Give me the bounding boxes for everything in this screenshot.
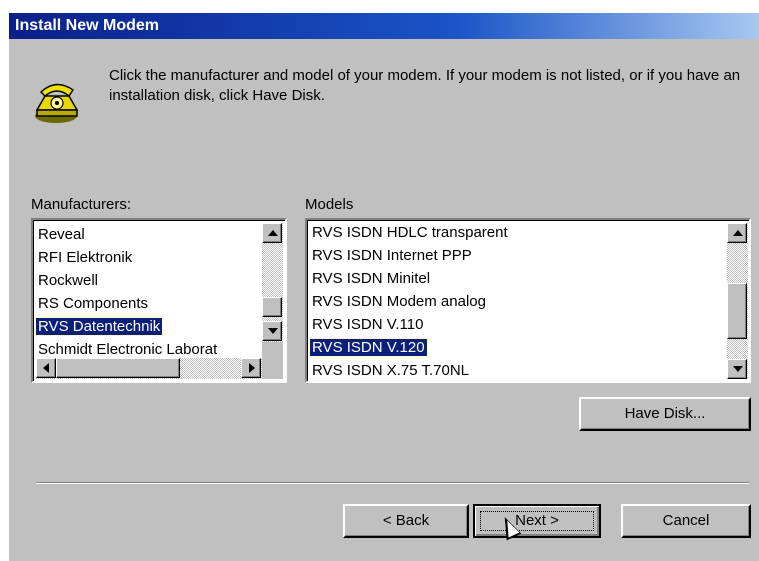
separator (36, 482, 749, 484)
models-vertical-scrollbar[interactable] (727, 223, 748, 379)
modem-telephone-icon (35, 83, 79, 123)
list-item[interactable]: RVS ISDN Modem analog (310, 290, 488, 313)
up-arrow-icon (733, 230, 743, 236)
install-new-modem-dialog: Install New Modem Click the manufacturer… (9, 13, 759, 561)
right-arrow-icon (249, 363, 255, 373)
scroll-up-button[interactable] (727, 223, 747, 243)
list-item[interactable]: RVS ISDN Minitel (310, 267, 432, 290)
back-button[interactable]: < Back (343, 504, 469, 538)
next-button[interactable]: Next > (473, 504, 601, 538)
scroll-right-button[interactable] (241, 358, 261, 378)
left-arrow-icon (43, 363, 49, 373)
list-item[interactable]: RVS ISDN X.75 T.70NL (310, 359, 471, 381)
down-arrow-icon (268, 328, 278, 334)
list-item[interactable]: RS Components (36, 292, 150, 315)
manufacturers-label: Manufacturers: (31, 196, 132, 213)
list-item-selected[interactable]: RVS Datentechnik (34, 315, 164, 338)
scroll-left-button[interactable] (36, 358, 56, 378)
title-bar[interactable]: Install New Modem (9, 13, 759, 39)
scroll-thumb[interactable] (262, 297, 282, 317)
list-item[interactable]: RVS ISDN Internet PPP (310, 244, 474, 267)
scroll-down-button[interactable] (727, 359, 747, 379)
list-item[interactable]: RVS ISDN V.110 (310, 313, 425, 336)
list-item[interactable]: Reveal (36, 223, 87, 246)
scroll-thumb[interactable] (727, 283, 747, 339)
scroll-up-button[interactable] (262, 223, 282, 243)
have-disk-button[interactable]: Have Disk... (579, 397, 751, 431)
list-item-selected[interactable]: RVS ISDN V.120 (309, 336, 428, 359)
list-item[interactable]: RFI Elektronik (36, 246, 134, 269)
cancel-button[interactable]: Cancel (621, 504, 751, 538)
manufacturers-vertical-scrollbar[interactable] (262, 223, 283, 342)
manufacturers-horizontal-scrollbar[interactable] (36, 358, 262, 379)
scrollbar-corner (262, 342, 283, 379)
up-arrow-icon (268, 230, 278, 236)
manufacturers-listbox[interactable]: Reveal RFI Elektronik Rockwell RS Compon… (31, 218, 287, 383)
window-title: Install New Modem (15, 17, 160, 34)
models-listbox[interactable]: RVS ISDN HDLC transparent RVS ISDN Inter… (305, 218, 751, 383)
scroll-down-button[interactable] (262, 321, 282, 341)
scroll-thumb[interactable] (56, 358, 180, 378)
list-item[interactable]: Rockwell (36, 269, 100, 292)
models-label: Models (305, 196, 354, 213)
list-item[interactable]: RVS ISDN HDLC transparent (310, 221, 510, 244)
down-arrow-icon (733, 366, 743, 372)
instruction-text: Click the manufacturer and model of your… (109, 67, 741, 104)
